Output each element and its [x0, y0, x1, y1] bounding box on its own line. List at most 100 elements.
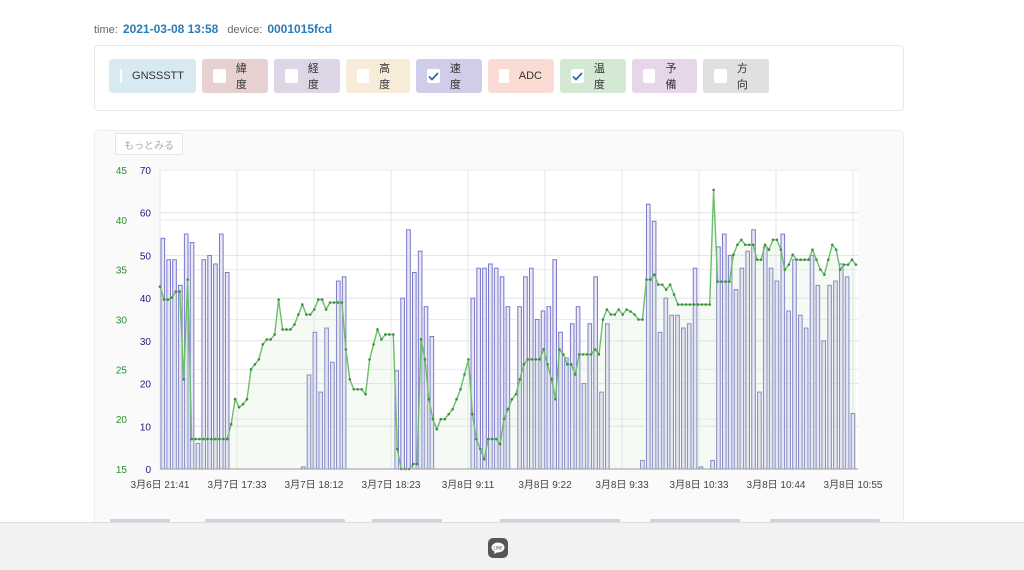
y-left-tick-label: 45 — [116, 166, 128, 177]
speed-bar — [400, 297, 405, 470]
temperature-point — [803, 258, 806, 262]
temperature-point — [253, 363, 257, 366]
speed-bar — [207, 254, 212, 470]
temperature-point — [854, 263, 858, 266]
temperature-point — [625, 308, 628, 311]
temperature-point — [451, 407, 454, 411]
temperature-point — [202, 437, 205, 441]
temperature-point — [830, 243, 834, 247]
temperature-point — [589, 353, 593, 356]
temperature-point — [257, 358, 261, 361]
temperature-point — [653, 273, 656, 276]
temperature-point — [348, 378, 352, 381]
y-left-tick-label: 20 — [116, 415, 128, 426]
temperature-point — [609, 313, 613, 316]
x-tick-label: 3月8日 10:55 — [824, 479, 883, 491]
speed-bar — [218, 233, 224, 470]
speed-bar — [406, 229, 411, 470]
y-right-tick-label: 50 — [140, 251, 152, 262]
y-left-tick-label: 15 — [116, 465, 128, 476]
temperature-point — [344, 348, 348, 351]
x-tick-label: 3月8日 9:22 — [518, 479, 572, 491]
temperature-point — [494, 437, 498, 441]
temperature-point — [447, 412, 450, 416]
temperature-point — [415, 462, 419, 466]
temperature-point — [569, 363, 573, 366]
temperature-point — [506, 407, 510, 411]
temperature-point — [170, 296, 174, 299]
temperature-point — [463, 373, 466, 376]
temperature-point — [842, 263, 846, 266]
x-tick-label: 3月8日 10:44 — [747, 479, 806, 491]
temperature-point — [273, 333, 276, 336]
y-left-tick-label: 40 — [116, 216, 128, 227]
temperature-point — [360, 387, 363, 391]
temperature-point — [229, 422, 233, 426]
temperature-point — [245, 397, 249, 401]
x-tick-label: 3月8日 10:33 — [670, 479, 729, 491]
y-left-tick-label: 35 — [116, 266, 128, 277]
temperature-point — [704, 303, 708, 306]
temperature-point — [498, 442, 502, 446]
temperature-point — [755, 258, 759, 262]
temperature-point — [210, 437, 213, 441]
temperature-point — [269, 338, 273, 341]
temperature-point — [530, 358, 534, 361]
temperature-point — [562, 353, 565, 356]
temperature-point — [486, 437, 490, 441]
temperature-point — [621, 313, 624, 316]
temperature-point — [459, 387, 462, 391]
temperature-point — [336, 301, 340, 304]
temperature-point — [775, 238, 779, 242]
temperature-point — [554, 397, 557, 401]
temperature-point — [249, 368, 253, 371]
temperature-point — [312, 308, 316, 311]
temperature-point — [411, 462, 415, 466]
temperature-point — [293, 323, 296, 326]
temperature-point — [372, 343, 375, 346]
temperature-point — [783, 268, 787, 271]
temperature-point — [629, 310, 632, 313]
temperature-point — [787, 263, 791, 266]
temperature-point — [198, 437, 201, 441]
temperature-point — [166, 298, 170, 301]
speed-bar — [201, 259, 207, 470]
temperature-point — [281, 328, 284, 331]
temperature-point — [834, 248, 838, 252]
temperature-point — [455, 397, 458, 401]
temperature-point — [850, 258, 854, 262]
temperature-point — [819, 268, 822, 271]
temperature-point — [538, 358, 541, 361]
y-right-tick-label: 10 — [140, 422, 152, 433]
temperature-point — [732, 253, 735, 257]
temperature-point — [637, 318, 640, 321]
temperature-point — [573, 373, 577, 376]
line-share-icon[interactable]: LINE — [488, 538, 508, 558]
temperature-point — [641, 318, 644, 321]
temperature-point — [605, 308, 609, 311]
temperature-point — [384, 333, 387, 336]
temperature-point — [811, 248, 814, 252]
temperature-point — [368, 358, 371, 361]
temperature-point — [332, 301, 336, 304]
speed-bar — [411, 272, 417, 470]
temperature-point — [696, 303, 700, 306]
temperature-point — [158, 285, 162, 288]
speed-temperature-chart: 3月6日 21:41 3月7日 17:33 3月7日 18:12 3月7日 18:23… — [116, 166, 883, 491]
temperature-point — [759, 258, 763, 262]
y-right-tick-label: 40 — [140, 294, 152, 305]
x-tick-label: 3月7日 18:12 — [285, 479, 344, 491]
temperature-point — [751, 243, 755, 247]
temperature-point — [550, 378, 553, 381]
temperature-point — [305, 313, 308, 316]
temperature-point — [419, 338, 423, 341]
temperature-point — [308, 313, 312, 316]
chat-bubble-icon: LINE — [491, 542, 505, 554]
temperature-point — [546, 363, 549, 366]
footer-bar: LINE — [0, 522, 1024, 570]
temperature-point — [206, 437, 209, 441]
y-right-tick-label: 20 — [140, 380, 152, 391]
temperature-point — [763, 243, 767, 247]
temperature-point — [542, 348, 545, 351]
temperature-point — [688, 303, 692, 306]
